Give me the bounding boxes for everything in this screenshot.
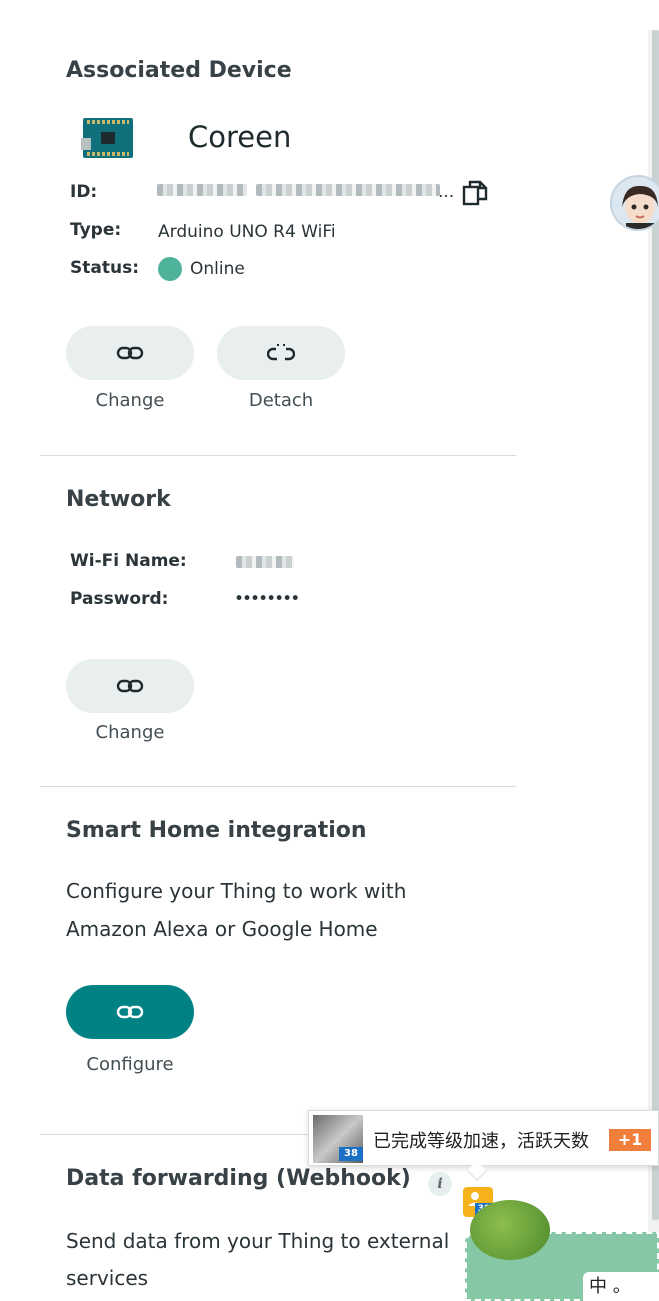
divider	[40, 786, 516, 787]
toast-plus-badge: +1	[609, 1129, 651, 1151]
ime-indicator[interactable]: 中 。	[583, 1272, 659, 1301]
data-forwarding-title: Data forwarding (Webhook)	[66, 1166, 411, 1191]
detach-device-label: Detach	[248, 390, 314, 411]
smart-home-title: Smart Home integration	[66, 818, 367, 843]
status-value: Online	[190, 259, 245, 279]
password-label: Password:	[70, 589, 169, 609]
unlink-icon	[267, 344, 295, 361]
id-redacted-part-1	[157, 184, 247, 196]
thing-setup-panel: Associated Device Coreen ID: ... Type: A…	[0, 0, 530, 1301]
detach-device-button[interactable]	[217, 326, 345, 380]
status-online-dot	[158, 257, 182, 281]
activity-toast: 38 已完成等级加速，活跃天数 +1	[308, 1110, 659, 1166]
leaf-decoration	[470, 1200, 550, 1260]
status-label: Status:	[70, 258, 139, 278]
network-title: Network	[66, 487, 171, 512]
device-name: Coreen	[188, 120, 292, 154]
wifi-name-redacted	[236, 556, 294, 568]
link-icon	[116, 1005, 144, 1019]
change-device-button[interactable]	[66, 326, 194, 380]
type-label: Type:	[70, 220, 122, 240]
change-network-button[interactable]	[66, 659, 194, 713]
toast-text: 已完成等级加速，活跃天数	[373, 1131, 589, 1152]
change-device-label: Change	[95, 390, 165, 411]
avatar-face-icon	[622, 185, 658, 229]
change-network-label: Change	[95, 722, 165, 743]
smart-home-description-line-1: Configure your Thing to work with	[66, 879, 407, 903]
data-forwarding-description-line-1: Send data from your Thing to external	[66, 1229, 450, 1253]
toast-level-badge: 38	[339, 1147, 363, 1161]
smart-home-description-line-2: Amazon Alexa or Google Home	[66, 917, 378, 941]
id-ellipsis: ...	[438, 182, 455, 202]
board-image	[81, 118, 133, 158]
id-redacted-part-2	[256, 184, 440, 196]
configure-label: Configure	[86, 1054, 174, 1075]
data-forwarding-description-line-2: services	[66, 1266, 149, 1290]
password-value: ••••••••	[234, 589, 300, 609]
link-icon	[116, 346, 144, 360]
wifi-name-label: Wi-Fi Name:	[70, 551, 187, 571]
avatar[interactable]	[610, 175, 659, 231]
link-icon	[116, 679, 144, 693]
divider	[40, 455, 516, 456]
associated-device-title: Associated Device	[66, 58, 292, 83]
configure-smart-home-button[interactable]	[66, 985, 194, 1039]
info-icon[interactable]: i	[428, 1172, 452, 1196]
type-value: Arduino UNO R4 WiFi	[158, 222, 336, 242]
id-label: ID:	[70, 182, 98, 202]
copy-icon[interactable]	[460, 178, 490, 208]
